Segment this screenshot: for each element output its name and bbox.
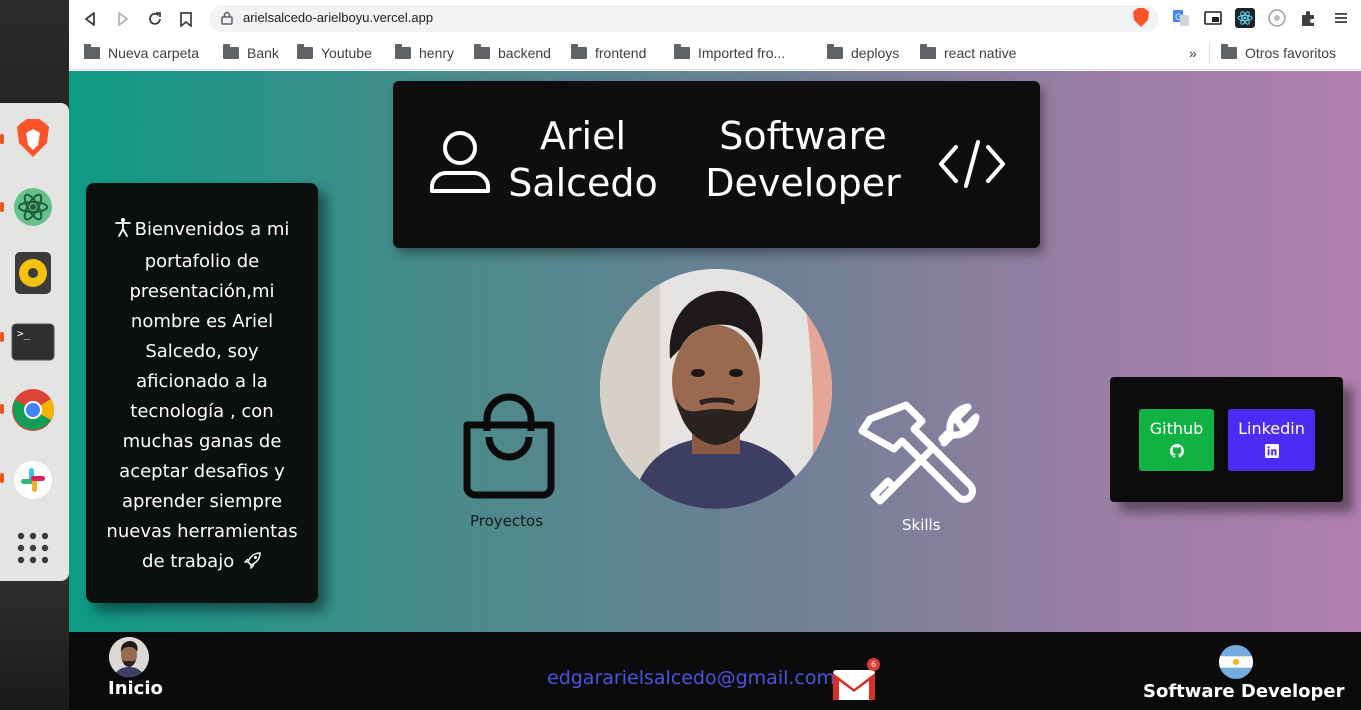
header-card: Ariel Salcedo Software Developer [393,81,1040,248]
accessibility-icon [114,217,131,247]
redux-devtools-icon[interactable] [1267,8,1287,28]
back-icon[interactable] [79,8,101,30]
slack-icon[interactable] [11,458,55,502]
forward-icon[interactable] [112,8,134,30]
argentina-flag-icon [1219,645,1253,679]
browser-window: arielsalcedo-arielboyu.vercel.app G Nuev… [69,0,1361,710]
chrome-browser-icon[interactable] [11,388,55,432]
shopping-bag-icon [463,393,555,499]
bookmark-folder[interactable]: react native [920,43,1016,63]
home-link[interactable]: Inicio [69,632,189,710]
bookmarks-divider [1209,43,1210,63]
user-icon [429,129,491,199]
folder-icon [920,44,936,59]
skills-label: Skills [902,516,941,534]
linkedin-button[interactable]: Linkedin [1228,409,1315,471]
bookmarks-bar: Nueva carpeta Bank Youtube henry backend… [69,37,1361,70]
picture-in-picture-icon[interactable] [1203,8,1223,28]
rocket-icon [243,549,262,579]
bookmark-folder[interactable]: Youtube [297,43,372,63]
folder-icon [674,44,690,59]
more-bookmarks-button[interactable]: » [1189,43,1197,63]
bookmark-folder[interactable]: Nueva carpeta [84,43,199,63]
portfolio-page: Ariel Salcedo Software Developer Bienven… [69,71,1361,710]
folder-icon [223,44,239,59]
skills-link[interactable]: Skills [858,401,983,536]
bookmark-folder[interactable]: Bank [223,43,279,63]
folder-icon [84,44,100,59]
rhythmbox-icon[interactable] [11,251,55,295]
gmail-icon[interactable]: 6 [831,658,880,704]
reload-icon[interactable] [144,8,166,30]
code-icon [938,139,1006,193]
bookmark-folder[interactable]: Imported fro... [674,43,785,63]
running-indicator [0,202,4,212]
bookmark-page-icon[interactable] [175,8,197,30]
notification-badge: 6 [867,658,880,671]
projects-link[interactable]: Proyectos [459,393,559,533]
lock-icon [221,11,233,25]
social-links-card: Github Linkedin [1110,377,1343,502]
folder-icon [395,44,411,59]
home-label: Inicio [108,678,163,699]
header-name: Ariel Salcedo [508,114,658,205]
running-indicator [0,134,4,144]
running-indicator [0,473,4,483]
other-bookmarks-folder[interactable]: Otros favoritos [1221,43,1336,63]
header-role: Software Developer [705,114,901,205]
browser-menu-icon[interactable] [1331,8,1351,28]
running-indicator [0,404,4,414]
github-icon [1169,444,1184,458]
intro-text: Bienvenidos a mi portafolio de presentac… [96,215,308,579]
bookmark-folder[interactable]: frontend [571,43,646,63]
folder-icon [827,44,843,59]
show-applications-icon[interactable] [11,526,55,570]
os-dock: >_ [0,103,69,581]
profile-photo [600,269,832,509]
folder-icon [1221,44,1237,59]
url-text[interactable]: arielsalcedo-arielboyu.vercel.app [243,10,433,25]
bookmark-folder[interactable]: backend [474,43,551,63]
atom-editor-icon[interactable] [11,185,55,229]
desktop-background: >_ [0,0,69,710]
extensions-puzzle-icon[interactable] [1298,8,1318,28]
running-indicator [0,332,4,342]
brave-browser-icon[interactable] [11,116,55,160]
translate-icon[interactable]: G [1171,8,1191,28]
brave-shields-icon[interactable] [1131,8,1151,28]
terminal-icon[interactable]: >_ [11,320,55,364]
github-button[interactable]: Github [1139,409,1214,471]
linkedin-icon [1264,444,1279,458]
react-devtools-icon[interactable] [1235,8,1255,28]
bookmark-folder[interactable]: henry [395,43,454,63]
page-footer: Inicio edgararielsalcedo@gmail.com 6 Sof… [69,632,1361,710]
avatar [109,637,149,677]
footer-role: Software Developer [1143,681,1345,702]
projects-label: Proyectos [470,512,544,530]
address-bar[interactable]: arielsalcedo-arielboyu.vercel.app [209,5,1159,32]
intro-card: Bienvenidos a mi portafolio de presentac… [86,183,318,603]
bookmark-folder[interactable]: deploys [827,43,899,63]
folder-icon [474,44,490,59]
folder-icon [297,44,313,59]
folder-icon [571,44,587,59]
browser-toolbar: arielsalcedo-arielboyu.vercel.app G [69,0,1361,37]
svg-text:>_: >_ [17,327,31,340]
tools-icon [858,401,980,505]
email-link[interactable]: edgararielsalcedo@gmail.com [547,667,835,689]
